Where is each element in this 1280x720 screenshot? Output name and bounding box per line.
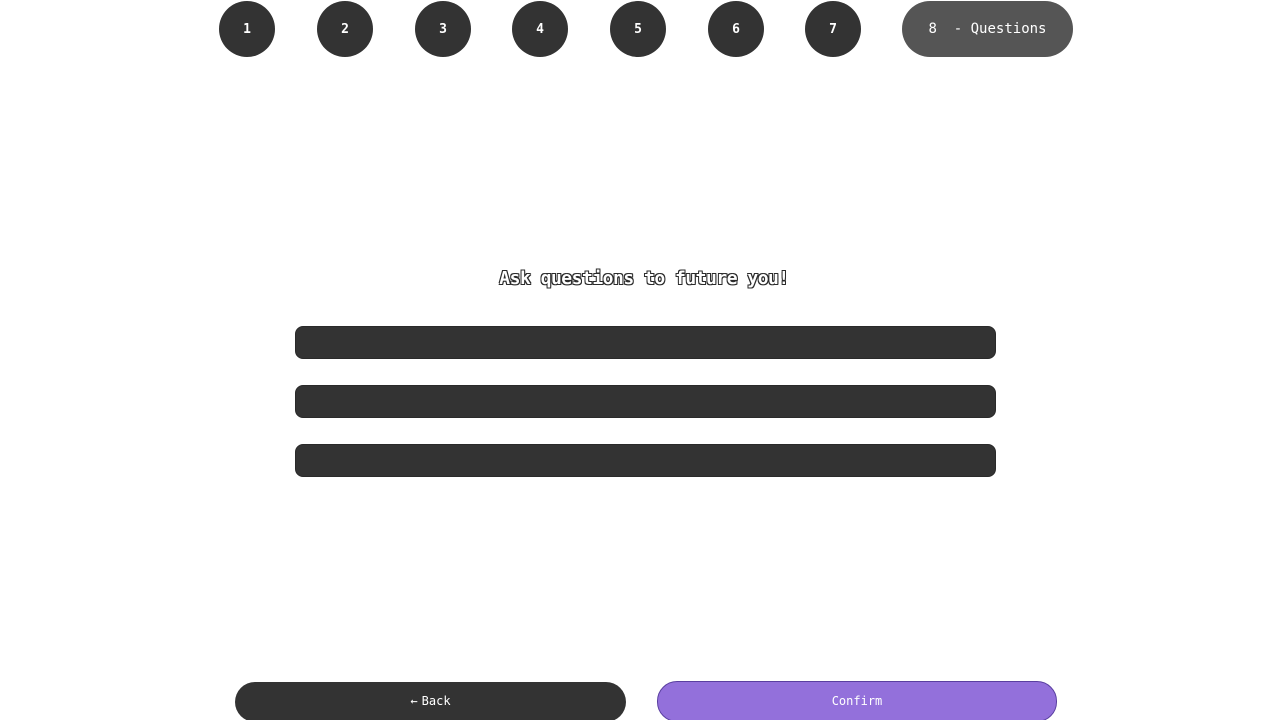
question-input-3[interactable] [295,444,996,477]
arrow-left-icon: ← [410,694,418,708]
step-1-button[interactable]: 1 [219,1,275,57]
page-title: Ask questions to future you! [499,268,789,289]
step-2-button[interactable]: 2 [317,1,373,57]
step-8-questions-button[interactable]: 8 - Questions [902,1,1073,57]
confirm-button-label: Confirm [831,693,883,708]
step-5-button[interactable]: 5 [610,1,666,57]
step-6-button[interactable]: 6 [708,1,764,57]
confirm-button[interactable]: Confirm [657,681,1057,720]
question-input-2[interactable] [295,385,996,418]
question-input-1[interactable] [295,326,996,359]
back-button-label: Back [421,694,451,708]
step-4-button[interactable]: 4 [512,1,568,57]
back-button[interactable]: ← Back [235,682,626,720]
step-3-button[interactable]: 3 [415,1,471,57]
questions-page: 1 2 3 4 5 6 7 8 - Questions Ask question… [0,0,1280,720]
step-7-button[interactable]: 7 [805,1,861,57]
